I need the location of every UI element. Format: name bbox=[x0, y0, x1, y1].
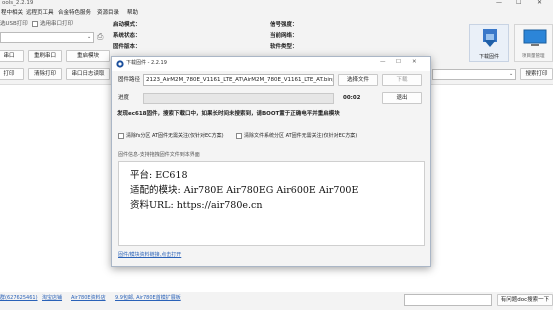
clear-fs-label: 清除fs分区 AT固件无需关注(仅针对EC方案) bbox=[126, 133, 224, 139]
signal-strength-label: 信号强度： bbox=[270, 22, 298, 28]
firmware-info-label: 固件信息-支持拖拽固件文件到本界面 bbox=[118, 152, 200, 158]
minimize-icon[interactable]: — bbox=[496, 0, 502, 6]
monitor-icon bbox=[523, 29, 547, 46]
print-button[interactable]: 打印 bbox=[0, 68, 24, 80]
title-bar: ools_2.2.19 — ☐ ✕ bbox=[0, 0, 553, 8]
clear-fs-checkbox[interactable] bbox=[118, 133, 124, 139]
read-serial-log-button[interactable]: 串口日志读取 bbox=[66, 68, 110, 80]
firmware-docs-link[interactable]: 固件/模块资料链接,点击打开 bbox=[118, 253, 181, 258]
menu-item-4[interactable]: 帮助 bbox=[127, 10, 138, 17]
current-network-label: 当前网络： bbox=[270, 33, 298, 39]
firmware-version-label: 固件版本： bbox=[113, 44, 141, 50]
dialog-minimize-icon[interactable]: — bbox=[380, 59, 386, 66]
serial-print-checkbox[interactable] bbox=[32, 21, 38, 27]
dialog-title-bar: 下载固件 - 2.2.19 — ☐ ✕ bbox=[112, 57, 430, 71]
download-firmware-button[interactable]: 下载固件 bbox=[469, 24, 509, 62]
clear-print-button[interactable]: 清除打印 bbox=[28, 68, 62, 80]
progress-time: 00:02 bbox=[343, 95, 361, 101]
window-title: ools_2.2.19 bbox=[2, 0, 34, 6]
progress-bar bbox=[143, 93, 334, 104]
maximize-icon[interactable]: ☐ bbox=[516, 0, 521, 6]
dialog-close-icon[interactable]: ✕ bbox=[412, 59, 417, 66]
chevron-down-icon: ⌄ bbox=[509, 71, 514, 77]
project-manage-button[interactable]: 项目量管理 bbox=[514, 24, 553, 62]
info-url: 资料URL: https://air780e.cn bbox=[130, 200, 263, 211]
serial-port-button[interactable]: 串口 bbox=[0, 50, 24, 62]
search-print-button[interactable]: 搜索打印 bbox=[520, 68, 553, 80]
status-link-air780e[interactable]: Air780E资料店 bbox=[71, 296, 106, 301]
select-file-button[interactable]: 选择文件 bbox=[338, 74, 378, 86]
menu-item-2[interactable]: 合金特色服务 bbox=[58, 10, 91, 17]
boot-mode-label: 启动模式： bbox=[113, 22, 141, 28]
exit-button[interactable]: 退出 bbox=[382, 92, 422, 104]
filter-select[interactable]: ⌄ bbox=[432, 69, 516, 80]
download-button[interactable]: 下载 bbox=[382, 74, 422, 86]
status-link-board[interactable]: 9.9包邮, Air780E首模扩展板 bbox=[115, 296, 181, 301]
firmware-info-box[interactable]: 平台: EC618 适配的模块: Air780E Air780EG Air600… bbox=[118, 161, 425, 246]
system-status-label: 系统状态： bbox=[113, 33, 141, 39]
clear-filesystem-checkbox[interactable] bbox=[236, 133, 242, 139]
menu-item-1[interactable]: 远程页工具 bbox=[26, 10, 54, 17]
restart-module-button[interactable]: 重启模块 bbox=[66, 50, 110, 62]
download-firmware-dialog: 下载固件 - 2.2.19 — ☐ ✕ 固件路径 2123_AirM2M_780… bbox=[111, 56, 431, 267]
download-firmware-label: 下载固件 bbox=[479, 54, 500, 60]
status-link-group[interactable]: 群(627625461) bbox=[0, 296, 38, 301]
serial-print-label: 选用串口打印 bbox=[40, 21, 74, 27]
doc-search-button[interactable]: 有问题doc搜索一下 bbox=[497, 294, 553, 306]
clear-filesystem-label: 清除文件系统分区 AT固件无需关注(仅针对EC方案) bbox=[244, 133, 358, 139]
dialog-title: 下载固件 - 2.2.19 bbox=[126, 60, 167, 66]
status-bar: 群(627625461) 淘宝店铺 Air780E资料店 9.9包邮, Air7… bbox=[0, 292, 553, 310]
port-select[interactable]: ⌄ bbox=[0, 32, 94, 43]
boot-warning-text: 发现ec618固件，搜索下载口中，如果长时间未搜索到，请BOOT置于正确电平并重… bbox=[117, 111, 340, 117]
close-icon[interactable]: ✕ bbox=[537, 0, 542, 6]
menu-item-0[interactable]: 程中相关 bbox=[1, 10, 23, 17]
menu-bar: 程中相关 远程页工具 合金特色服务 资源目录 帮助 bbox=[0, 9, 553, 18]
chevron-down-icon: ⌄ bbox=[87, 34, 92, 40]
firmware-path-label: 固件路径 bbox=[118, 77, 141, 83]
menu-item-3[interactable]: 资源目录 bbox=[97, 10, 119, 17]
refresh-serial-button[interactable]: 重刷串口 bbox=[28, 50, 62, 62]
status-link-taobao[interactable]: 淘宝店铺 bbox=[42, 296, 62, 301]
info-platform: 平台: EC618 bbox=[130, 170, 188, 181]
info-modules: 适配的模块: Air780E Air780EG Air600E Air700E bbox=[130, 185, 359, 196]
dialog-maximize-icon[interactable]: ☐ bbox=[396, 59, 401, 66]
project-manage-label: 项目量管理 bbox=[522, 54, 545, 59]
progress-label: 进度 bbox=[118, 95, 130, 101]
download-icon bbox=[483, 29, 497, 47]
doc-search-input[interactable] bbox=[404, 294, 492, 306]
firmware-path-input[interactable]: 2123_AirM2M_780E_V1161_LTE_AT\AirM2M_780… bbox=[143, 74, 334, 86]
software-type-label: 软件类型： bbox=[270, 44, 298, 50]
app-logo-icon bbox=[116, 60, 124, 68]
print-icon[interactable]: ⎙ bbox=[97, 33, 103, 41]
usb-print-label: 选USB打印 bbox=[0, 21, 28, 27]
